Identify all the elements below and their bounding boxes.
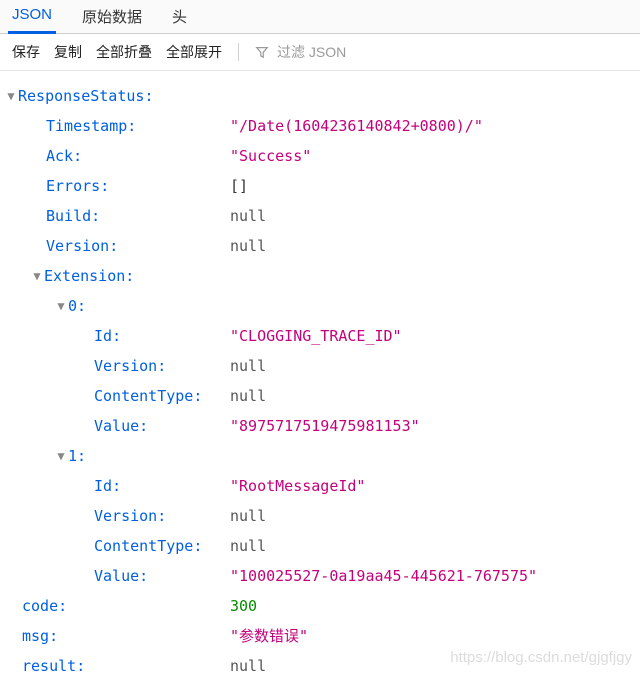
key-label: Version	[94, 351, 157, 381]
node-msg[interactable]: msg: "参数错误"	[4, 621, 634, 651]
filter-input[interactable]	[275, 43, 628, 61]
chevron-down-icon[interactable]: ▼	[30, 264, 44, 288]
key-label: Extension	[44, 261, 125, 291]
value: null	[230, 531, 266, 561]
value: null	[230, 381, 266, 411]
key-label: Value	[94, 411, 139, 441]
node-version[interactable]: Version: null	[4, 231, 634, 261]
key-label: 0	[68, 291, 77, 321]
key-label: Version	[94, 501, 157, 531]
value: "CLOGGING_TRACE_ID"	[230, 321, 402, 351]
node-ext0-version[interactable]: Version: null	[4, 351, 634, 381]
node-timestamp[interactable]: Timestamp: "/Date(1604236140842+0800)/"	[4, 111, 634, 141]
key-label: Version	[46, 231, 109, 261]
value: null	[230, 651, 266, 681]
key-label: Errors	[46, 171, 100, 201]
node-ext-0[interactable]: ▼0:	[4, 291, 634, 321]
value: "8975717519475981153"	[230, 411, 420, 441]
key-label: Timestamp	[46, 111, 127, 141]
key-label: Build	[46, 201, 91, 231]
key-label: Value	[94, 561, 139, 591]
expand-all-button[interactable]: 全部展开	[166, 40, 222, 64]
chevron-down-icon[interactable]: ▼	[4, 84, 18, 108]
node-ext0-contenttype[interactable]: ContentType: null	[4, 381, 634, 411]
key-label: ContentType	[94, 531, 193, 561]
key-label: code	[22, 591, 58, 621]
key-label: msg	[22, 621, 49, 651]
value: null	[230, 231, 266, 261]
node-responseStatus[interactable]: ▼ResponseStatus:	[4, 81, 634, 111]
json-tree: ▼ResponseStatus: Timestamp: "/Date(16042…	[0, 71, 640, 691]
node-ext1-id[interactable]: Id: "RootMessageId"	[4, 471, 634, 501]
toolbar-divider	[238, 43, 239, 61]
node-ack[interactable]: Ack: "Success"	[4, 141, 634, 171]
value: "RootMessageId"	[230, 471, 365, 501]
node-result[interactable]: result: null	[4, 651, 634, 681]
value: "Success"	[230, 141, 311, 171]
value: "100025527-0a19aa45-445621-767575"	[230, 561, 537, 591]
filter-icon	[255, 45, 269, 59]
collapse-all-button[interactable]: 全部折叠	[96, 40, 152, 64]
key-label: ResponseStatus	[18, 81, 144, 111]
filter-field[interactable]	[255, 43, 628, 61]
node-errors[interactable]: Errors: []	[4, 171, 634, 201]
value: 300	[230, 591, 257, 621]
tab-json[interactable]: JSON	[8, 0, 56, 34]
value: "/Date(1604236140842+0800)/"	[230, 111, 483, 141]
value: []	[230, 171, 248, 201]
key-label: Ack	[46, 141, 73, 171]
value: null	[230, 351, 266, 381]
value: null	[230, 501, 266, 531]
node-ext0-id[interactable]: Id: "CLOGGING_TRACE_ID"	[4, 321, 634, 351]
value: "参数错误"	[230, 621, 308, 651]
toolbar: 保存 复制 全部折叠 全部展开	[0, 34, 640, 71]
key-label: Id	[94, 471, 112, 501]
key-label: 1	[68, 441, 77, 471]
node-ext-1[interactable]: ▼1:	[4, 441, 634, 471]
save-button[interactable]: 保存	[12, 40, 40, 64]
node-build[interactable]: Build: null	[4, 201, 634, 231]
node-ext1-value[interactable]: Value: "100025527-0a19aa45-445621-767575…	[4, 561, 634, 591]
node-ext0-value[interactable]: Value: "8975717519475981153"	[4, 411, 634, 441]
value: null	[230, 201, 266, 231]
key-label: result	[22, 651, 76, 681]
chevron-down-icon[interactable]: ▼	[54, 444, 68, 468]
copy-button[interactable]: 复制	[54, 40, 82, 64]
key-label: ContentType	[94, 381, 193, 411]
view-tabs: JSON 原始数据 头	[0, 0, 640, 34]
node-ext1-contenttype[interactable]: ContentType: null	[4, 531, 634, 561]
key-label: Id	[94, 321, 112, 351]
chevron-down-icon[interactable]: ▼	[54, 294, 68, 318]
tab-headers[interactable]: 头	[168, 0, 191, 33]
tab-raw[interactable]: 原始数据	[78, 0, 146, 33]
node-extension[interactable]: ▼Extension:	[4, 261, 634, 291]
node-code[interactable]: code: 300	[4, 591, 634, 621]
node-ext1-version[interactable]: Version: null	[4, 501, 634, 531]
